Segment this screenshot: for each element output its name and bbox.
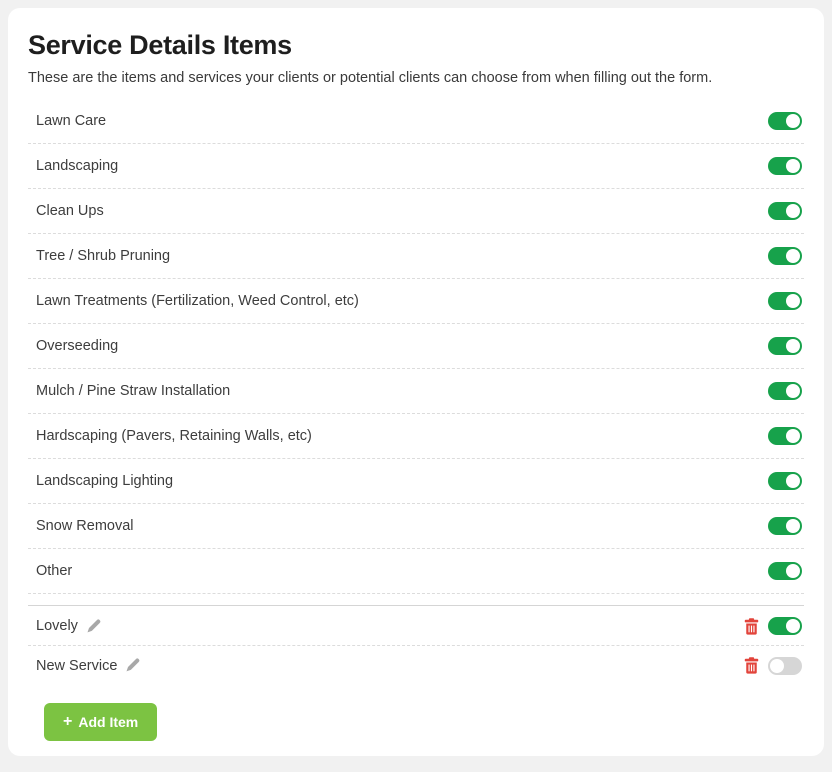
service-toggle[interactable] bbox=[768, 247, 802, 265]
service-item-label: Hardscaping (Pavers, Retaining Walls, et… bbox=[36, 428, 312, 444]
section-divider bbox=[28, 605, 804, 606]
service-item-label: Lawn Treatments (Fertilization, Weed Con… bbox=[36, 293, 359, 309]
service-toggle[interactable] bbox=[768, 517, 802, 535]
service-item-label: Snow Removal bbox=[36, 518, 134, 534]
service-item-row: Landscaping bbox=[28, 144, 804, 189]
service-item-row: Lawn Care bbox=[28, 99, 804, 144]
toggle-knob bbox=[786, 429, 800, 443]
page-subtitle: These are the items and services your cl… bbox=[28, 70, 804, 86]
service-item-label: Lawn Care bbox=[36, 113, 106, 129]
service-item-label: Landscaping Lighting bbox=[36, 473, 173, 489]
row-controls bbox=[768, 292, 802, 310]
service-item-label: Mulch / Pine Straw Installation bbox=[36, 383, 230, 399]
custom-service-list: Lovely New Service bbox=[28, 607, 804, 685]
toggle-knob bbox=[770, 659, 784, 673]
service-toggle[interactable] bbox=[768, 562, 802, 580]
toggle-knob bbox=[786, 339, 800, 353]
service-item-row: Landscaping Lighting bbox=[28, 459, 804, 504]
toggle-knob bbox=[786, 249, 800, 263]
row-controls bbox=[768, 112, 802, 130]
service-item-row: Overseeding bbox=[28, 324, 804, 369]
row-controls bbox=[768, 427, 802, 445]
service-item-label: Overseeding bbox=[36, 338, 118, 354]
toggle-knob bbox=[786, 619, 800, 633]
toggle-knob bbox=[786, 474, 800, 488]
service-item-row: Other bbox=[28, 549, 804, 594]
service-item-label: New Service bbox=[36, 658, 117, 674]
service-details-card: Service Details Items These are the item… bbox=[8, 8, 824, 756]
trash-icon[interactable] bbox=[744, 618, 759, 635]
toggle-knob bbox=[786, 384, 800, 398]
service-item-row: Hardscaping (Pavers, Retaining Walls, et… bbox=[28, 414, 804, 459]
service-item-label: Tree / Shrub Pruning bbox=[36, 248, 170, 264]
service-toggle[interactable] bbox=[768, 427, 802, 445]
row-controls bbox=[768, 337, 802, 355]
toggle-knob bbox=[786, 204, 800, 218]
row-controls bbox=[744, 617, 802, 635]
add-item-label: Add Item bbox=[78, 714, 138, 730]
service-toggle[interactable] bbox=[768, 617, 802, 635]
service-item-row: Snow Removal bbox=[28, 504, 804, 549]
service-item-row: Mulch / Pine Straw Installation bbox=[28, 369, 804, 414]
service-item-row: Clean Ups bbox=[28, 189, 804, 234]
row-controls bbox=[768, 382, 802, 400]
toggle-knob bbox=[786, 294, 800, 308]
plus-icon: + bbox=[63, 714, 72, 730]
pencil-icon[interactable] bbox=[86, 619, 101, 634]
row-controls bbox=[768, 517, 802, 535]
row-controls bbox=[768, 202, 802, 220]
add-item-button[interactable]: + Add Item bbox=[44, 703, 157, 741]
service-toggle[interactable] bbox=[768, 657, 802, 675]
toggle-knob bbox=[786, 114, 800, 128]
row-controls bbox=[768, 157, 802, 175]
row-controls bbox=[768, 562, 802, 580]
toggle-knob bbox=[786, 159, 800, 173]
custom-service-item-row: New Service bbox=[28, 646, 804, 685]
service-toggle[interactable] bbox=[768, 337, 802, 355]
service-toggle[interactable] bbox=[768, 157, 802, 175]
default-service-list: Lawn Care Landscaping Clean Ups Tree / S… bbox=[28, 99, 804, 594]
service-item-row: Lawn Treatments (Fertilization, Weed Con… bbox=[28, 279, 804, 324]
service-item-label: Clean Ups bbox=[36, 203, 104, 219]
trash-icon[interactable] bbox=[744, 657, 759, 674]
service-toggle[interactable] bbox=[768, 382, 802, 400]
service-item-label: Landscaping bbox=[36, 158, 118, 174]
service-toggle[interactable] bbox=[768, 472, 802, 490]
toggle-knob bbox=[786, 519, 800, 533]
service-item-label: Other bbox=[36, 563, 72, 579]
custom-service-item-row: Lovely bbox=[28, 607, 804, 646]
service-item-row: Tree / Shrub Pruning bbox=[28, 234, 804, 279]
service-toggle[interactable] bbox=[768, 112, 802, 130]
service-toggle[interactable] bbox=[768, 202, 802, 220]
row-controls bbox=[768, 247, 802, 265]
pencil-icon[interactable] bbox=[125, 658, 140, 673]
service-item-label: Lovely bbox=[36, 618, 78, 634]
row-controls bbox=[768, 472, 802, 490]
service-toggle[interactable] bbox=[768, 292, 802, 310]
page-title: Service Details Items bbox=[28, 30, 804, 61]
toggle-knob bbox=[786, 564, 800, 578]
row-controls bbox=[744, 657, 802, 675]
